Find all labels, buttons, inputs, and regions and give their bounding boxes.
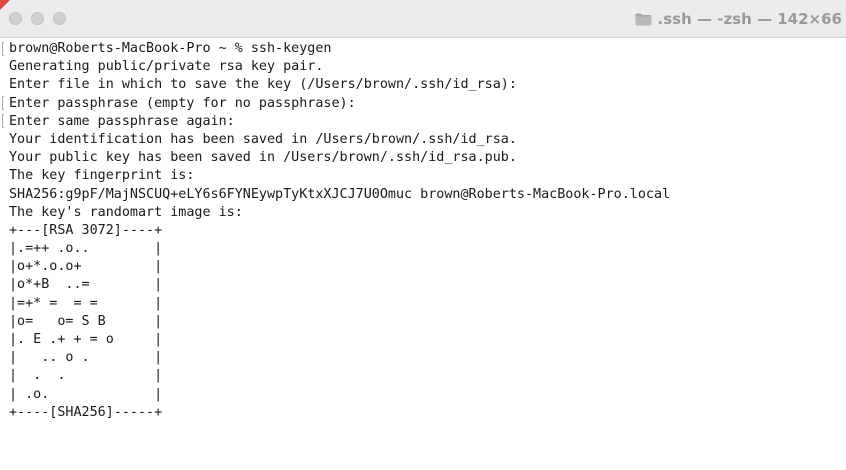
randomart-line: | .o. | — [9, 386, 163, 402]
window-corner-accent — [0, 0, 10, 10]
output-line: Enter same passphrase again: — [9, 113, 235, 129]
command-text: ssh-keygen — [250, 41, 332, 56]
title-bar[interactable]: .ssh — -zsh — 142×66 — [0, 0, 846, 38]
minimize-button[interactable] — [31, 12, 44, 25]
zoom-button[interactable] — [53, 12, 66, 25]
output-line: Your identification has been saved in /U… — [9, 131, 517, 147]
output-line: Your public key has been saved in /Users… — [9, 150, 517, 166]
randomart-line: |. E .+ + = o | — [9, 332, 163, 347]
randomart-line: |.=++ .o.. | — [9, 241, 163, 257]
randomart-line: +----[SHA256]-----+ — [9, 404, 163, 420]
prompt-mark — [2, 96, 4, 110]
folder-icon — [635, 13, 652, 26]
output-line: Enter file in which to save the key (/Us… — [9, 77, 517, 93]
terminal-window: .ssh — -zsh — 142×66 brown@Roberts-MacBo… — [0, 0, 846, 470]
window-title-group: .ssh — -zsh — 142×66 — [635, 0, 842, 38]
randomart-line: |o= o= S B | — [9, 313, 163, 329]
prompt-mark — [2, 114, 4, 128]
terminal-output[interactable]: brown@Roberts-MacBook-Pro ~ % ssh-keygen… — [0, 40, 846, 470]
output-line: Generating public/private rsa key pair. — [9, 59, 324, 75]
output-line: The key fingerprint is: — [9, 168, 195, 184]
command-line: brown@Roberts-MacBook-Pro ~ % ssh-keygen — [9, 40, 846, 58]
window-title: .ssh — -zsh — 142×66 — [657, 10, 842, 28]
output-line: Enter passphrase (empty for no passphras… — [9, 95, 356, 111]
randomart-line: +---[RSA 3072]----+ — [9, 222, 163, 238]
randomart-line: | .. o . | — [9, 350, 163, 366]
close-button[interactable] — [9, 12, 22, 25]
shell-prompt: brown@Roberts-MacBook-Pro ~ % — [9, 41, 251, 56]
randomart-line: |=+* = = = | — [9, 295, 163, 311]
randomart-line: |o*+B ..= | — [9, 277, 163, 293]
prompt-mark — [2, 42, 4, 56]
output-line: SHA256:g9pF/MajNSCUQ+eLY6s6FYNEywpTyKtxX… — [9, 186, 671, 202]
randomart-line: | . . | — [9, 368, 163, 384]
randomart-line: |o+*.o.o+ | — [9, 259, 163, 275]
output-line: The key's randomart image is: — [9, 204, 243, 220]
